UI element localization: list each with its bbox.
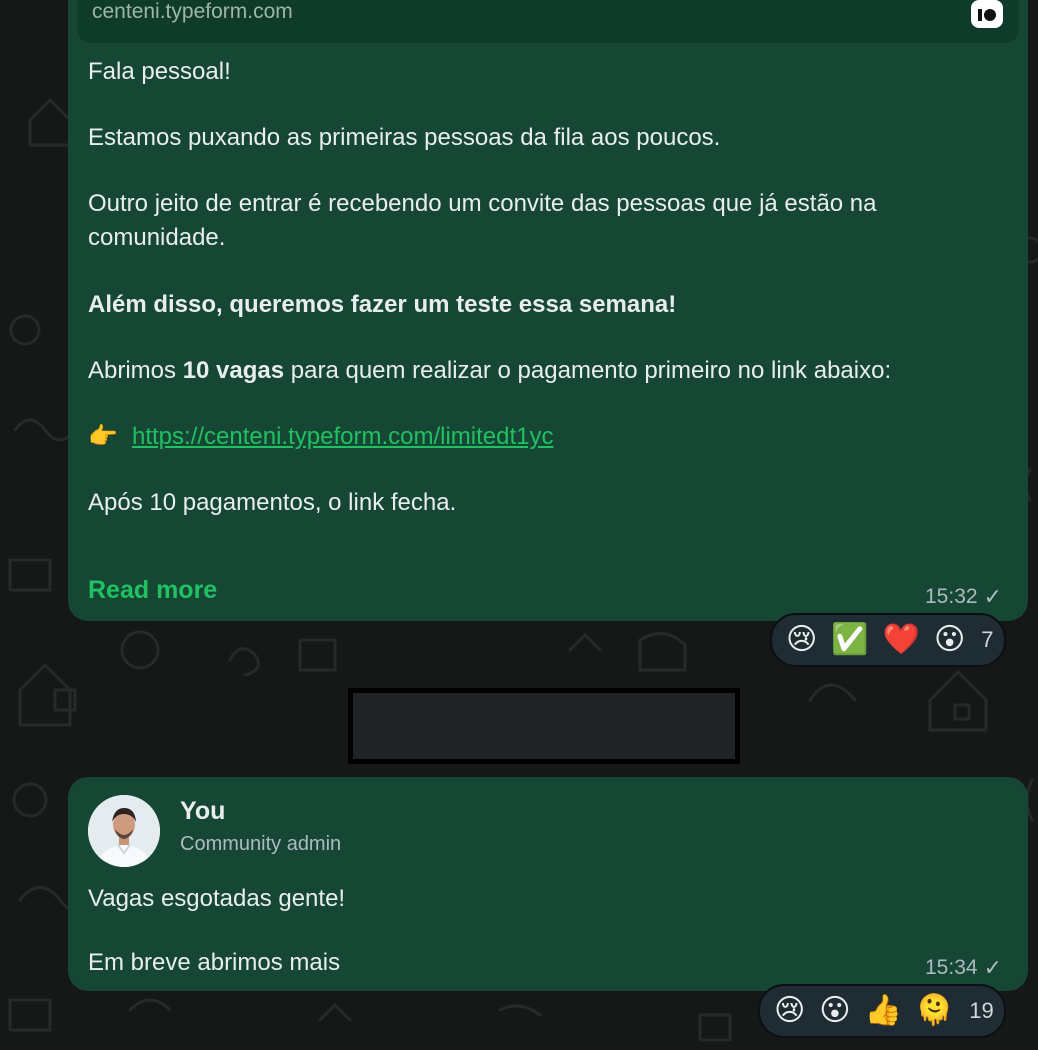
sent-check-icon: ✓ [983, 584, 1002, 609]
sent-check-icon: ✓ [983, 955, 1002, 980]
message-meta: 15:32 ✓ [925, 584, 1002, 610]
reactions-bar[interactable]: 😢 ✅ ❤️ 😮 7 [770, 613, 1006, 667]
message-text: para quem realizar o pagamento primeiro … [284, 357, 892, 384]
red-heart-icon: ❤️ [882, 623, 920, 656]
message-line: Em breve abrimos mais [88, 949, 341, 976]
message-line: Vagas esgotadas gente! [88, 885, 346, 912]
message-bubble-admin[interactable]: You Community admin Vagas esgotadas gent… [68, 777, 1028, 991]
reaction-count: 19 [969, 998, 994, 1023]
message-line: Abrimos 10 vagas para quem realizar o pa… [88, 354, 891, 387]
date-separator [348, 688, 740, 764]
melting-face-icon: 🫠 [915, 994, 954, 1027]
message-line: Fala pessoal! [88, 58, 231, 85]
message-line: Após 10 pagamentos, o link fecha. [88, 489, 457, 516]
crying-face-icon: 😢 [786, 623, 818, 656]
sender-role: Community admin [180, 833, 342, 855]
message-text-bold: 10 vagas [182, 357, 285, 384]
reactions-bar[interactable]: 😢 😮 👍 🫠 19 [758, 984, 1006, 1038]
avatar-portrait [88, 795, 160, 867]
message-text: Abrimos [88, 357, 183, 384]
pointing-hand-icon: 👉 [88, 423, 118, 450]
message-line: comunidade. [88, 224, 226, 251]
crying-face-icon: 😢 [774, 994, 806, 1027]
surprised-face-icon: 😮 [819, 994, 851, 1027]
message-link-line: 👉 https://centeni.typeform.com/limitedt1y… [88, 420, 554, 453]
check-mark-icon: ✅ [831, 623, 869, 656]
message-meta: 15:34 ✓ [925, 955, 1002, 981]
thumbs-up-icon: 👍 [864, 994, 902, 1027]
message-bubble-announcement[interactable]: centeni.typeform.com Fala pessoal! Estam… [68, 0, 1028, 621]
message-line: Outro jeito de entrar é recebendo um con… [88, 190, 877, 217]
typeform-icon [971, 0, 1003, 28]
reaction-count: 7 [981, 627, 994, 652]
typeform-link[interactable]: https://centeni.typeform.com/limitedt1yc [132, 423, 554, 450]
link-preview[interactable]: centeni.typeform.com [77, 0, 1019, 43]
link-preview-domain: centeni.typeform.com [92, 0, 293, 23]
sender-name[interactable]: You [180, 797, 225, 826]
message-time: 15:32 [925, 585, 978, 608]
surprised-face-icon: 😮 [934, 623, 966, 656]
read-more-button[interactable]: Read more [88, 576, 217, 605]
message-line: Estamos puxando as primeiras pessoas da … [88, 124, 721, 151]
avatar[interactable] [88, 795, 160, 867]
message-line-bold: Além disso, queremos fazer um teste essa… [88, 291, 677, 318]
message-time: 15:34 [925, 956, 978, 979]
